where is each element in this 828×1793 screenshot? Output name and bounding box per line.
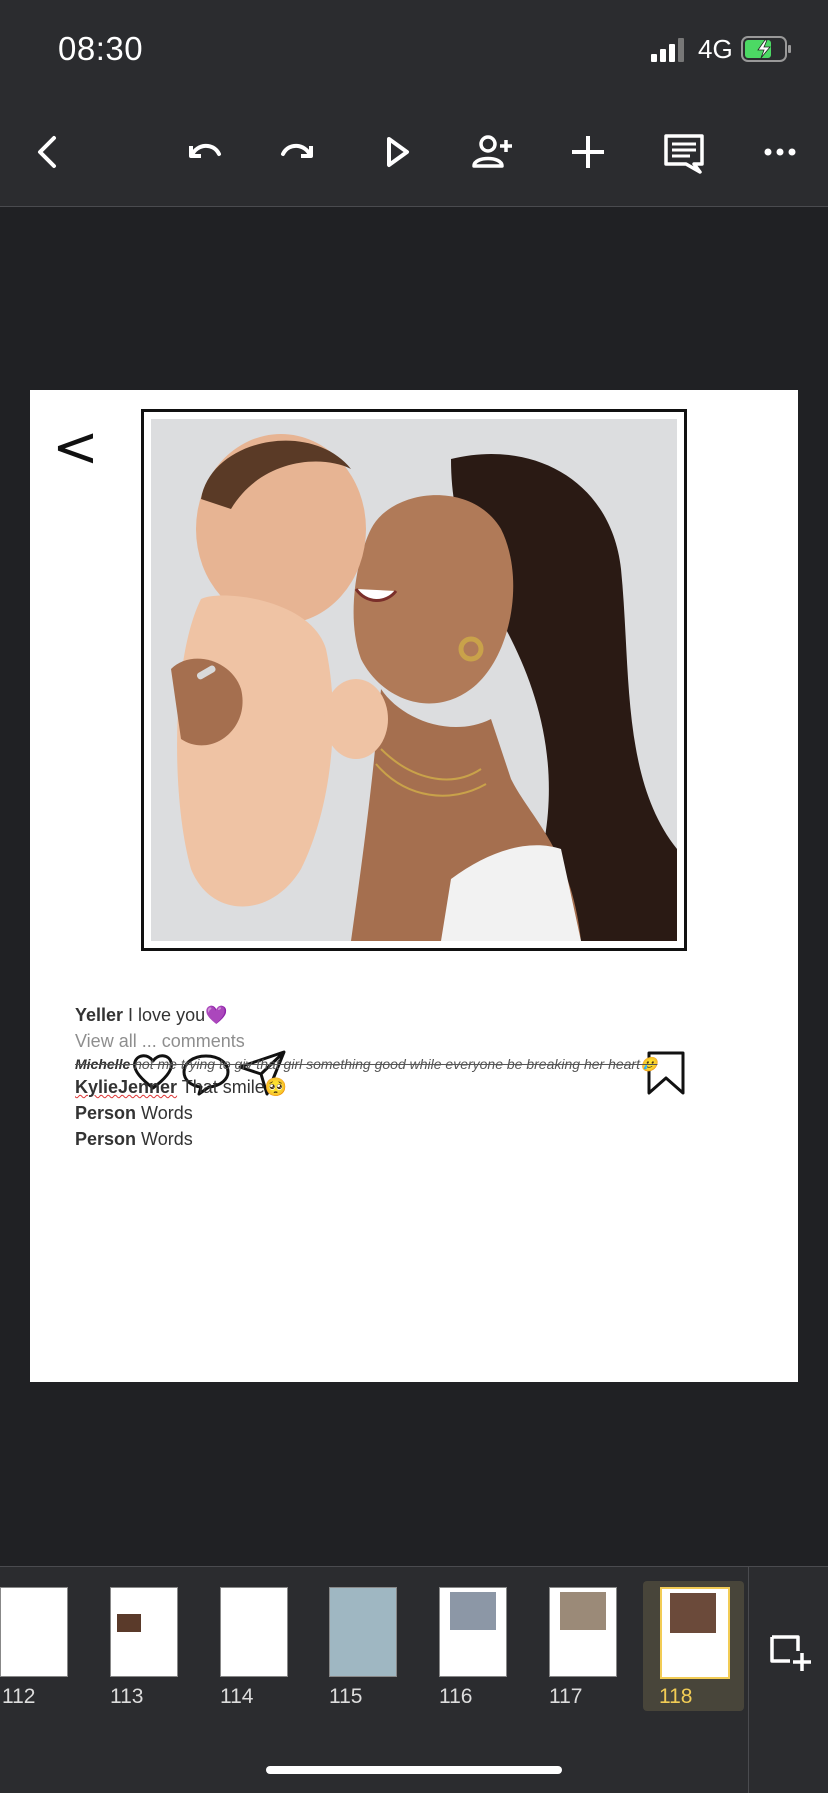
post-back-arrow: < <box>52 415 99 480</box>
add-person-icon <box>472 135 512 168</box>
slide-number: 113 <box>110 1685 144 1708</box>
undo-button[interactable] <box>175 124 231 180</box>
comment-icon <box>664 134 704 174</box>
insert-button[interactable] <box>560 124 616 180</box>
status-bar: 08:30 4G <box>0 0 828 100</box>
comment-text: I love you💜 <box>123 1005 228 1025</box>
signal-icon <box>651 38 684 62</box>
thumbnail-preview <box>549 1587 617 1677</box>
play-button[interactable] <box>369 124 425 180</box>
share-button[interactable] <box>464 124 520 180</box>
comment-row: Yeller I love you💜 <box>75 1002 755 1028</box>
comments-button[interactable] <box>656 124 712 180</box>
play-icon <box>387 137 409 167</box>
filmstrip-divider <box>748 1567 749 1793</box>
more-icon <box>764 148 796 156</box>
post-photo <box>151 419 677 941</box>
add-slide-icon[interactable] <box>768 1629 812 1673</box>
comment-user[interactable]: Yeller <box>75 1005 123 1025</box>
comment-user[interactable]: Michelle <box>75 1056 130 1072</box>
view-all-comments-link[interactable]: View all ... comments <box>75 1028 755 1054</box>
back-button[interactable] <box>20 124 76 180</box>
slide-thumbnail[interactable]: 114 <box>206 1581 302 1711</box>
comment-user[interactable]: Person <box>75 1103 136 1123</box>
comment-row: Person Words <box>75 1126 755 1152</box>
slide-thumbnail[interactable]: 117 <box>535 1581 631 1711</box>
slide-number: 114 <box>220 1685 254 1708</box>
editor-toolbar <box>0 100 828 207</box>
home-indicator <box>266 1766 562 1774</box>
slide-thumbnail[interactable]: 112 <box>0 1581 82 1711</box>
comment-row: Person Words <box>75 1100 755 1126</box>
comment-text: Words <box>136 1129 193 1149</box>
slide-thumbnail-selected[interactable]: 118 <box>643 1581 744 1711</box>
slide-thumbnail[interactable]: 116 <box>425 1581 521 1711</box>
thumbnail-preview <box>329 1587 397 1677</box>
clock: 08:30 <box>58 30 144 67</box>
thumbnail-preview <box>439 1587 507 1677</box>
comment-user[interactable]: KylieJenner <box>75 1077 177 1097</box>
photo-illustration <box>151 419 677 941</box>
back-icon <box>38 136 56 168</box>
post-photo-frame <box>141 409 687 951</box>
thumbnail-preview <box>660 1587 730 1679</box>
add-icon <box>572 136 604 168</box>
thumbnail-preview <box>220 1587 288 1677</box>
redo-button[interactable] <box>271 124 327 180</box>
slide-number: 115 <box>329 1685 363 1708</box>
undo-icon <box>189 143 221 158</box>
comment-row: KylieJenner That smile🥺 <box>75 1074 755 1100</box>
comment-row-struck: Michelle not me trying to giv that girl … <box>75 1054 755 1074</box>
comment-text: not me trying to giv that girl something… <box>130 1056 658 1072</box>
more-button[interactable] <box>752 124 808 180</box>
redo-icon <box>281 143 313 158</box>
slide-118[interactable]: < Yeller I love you💜 View all ... commen… <box>30 390 798 1382</box>
slide-number: 112 <box>2 1685 36 1708</box>
slide-number: 117 <box>549 1685 583 1708</box>
post-comments: Yeller I love you💜 View all ... comments… <box>75 1002 755 1152</box>
network-label: 4G <box>698 34 733 64</box>
comment-user[interactable]: Person <box>75 1129 136 1149</box>
slide-filmstrip: 112 113 114 115 116 117 118 <box>0 1566 828 1793</box>
thumbnail-preview <box>0 1587 68 1677</box>
comment-text: Words <box>136 1103 193 1123</box>
slide-canvas: < Yeller I love you💜 View all ... commen… <box>0 207 828 1567</box>
slide-number: 116 <box>439 1685 473 1708</box>
thumbnail-preview <box>110 1587 178 1677</box>
slide-number: 118 <box>659 1685 693 1708</box>
slide-thumbnail[interactable]: 113 <box>96 1581 192 1711</box>
slide-thumbnail[interactable]: 115 <box>315 1581 411 1711</box>
battery-icon <box>741 36 791 62</box>
comment-text: That smile🥺 <box>177 1077 288 1097</box>
